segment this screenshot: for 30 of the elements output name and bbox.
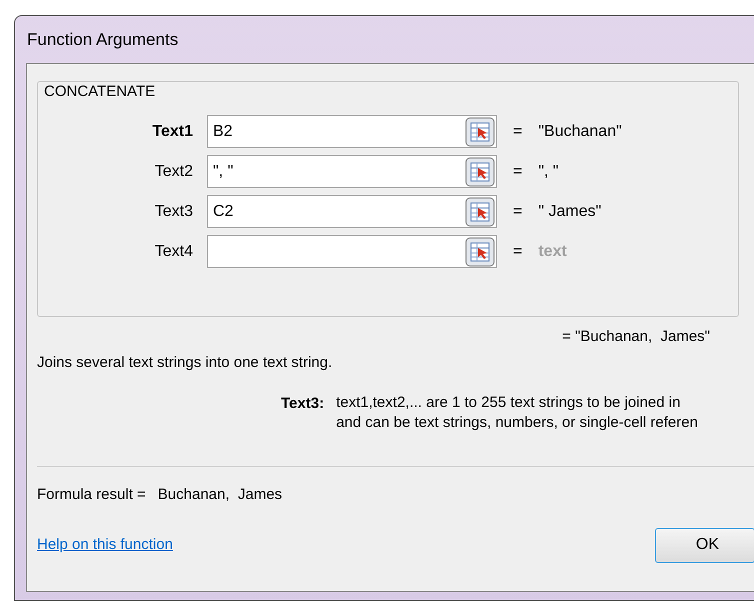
argument-input-field[interactable]: B2 <box>207 115 497 148</box>
argument-result: " James" <box>538 202 602 222</box>
argument-input-field[interactable] <box>207 235 497 268</box>
argument-label: Text1 <box>151 122 194 142</box>
equals-sign: = <box>513 242 522 262</box>
window-title: Function Arguments <box>26 28 180 51</box>
equals-sign: = <box>513 202 522 222</box>
ok-button[interactable]: OK <box>654 528 754 562</box>
argument-name: Text3: <box>281 394 324 414</box>
argument-result: "Buchanan" <box>538 122 622 142</box>
cell-reference-icon[interactable] <box>465 116 495 146</box>
help-link[interactable]: Help on this function <box>37 534 173 556</box>
group-title: CONCATENATE <box>44 82 156 102</box>
function-description: Joins several text strings into one text string. <box>37 352 332 373</box>
cell-reference-icon[interactable] <box>465 156 495 186</box>
argument-label: Text4 <box>154 242 194 262</box>
argument-label: Text2 <box>154 162 194 182</box>
argument-help-text: text1,text2,... are 1 to 255 text strings to be joined in and can be text strings, numbers, or single-cell referen <box>336 393 698 433</box>
argument-result: ", " <box>538 162 559 182</box>
argument-input-field[interactable]: ", " <box>207 155 497 188</box>
formula-result-value: Buchanan, James <box>158 485 282 505</box>
cell-reference-icon[interactable] <box>465 196 495 226</box>
argument-result: text <box>538 242 567 262</box>
argument-input-field[interactable]: C2 <box>207 195 497 228</box>
equals-sign: = <box>513 122 522 142</box>
result-value: = "Buchanan, James" <box>562 326 710 347</box>
argument-label: Text3 <box>154 202 194 222</box>
formula-result-label: Formula result = <box>37 485 146 505</box>
equals-sign: = <box>513 162 522 182</box>
cell-reference-icon[interactable] <box>465 236 495 266</box>
